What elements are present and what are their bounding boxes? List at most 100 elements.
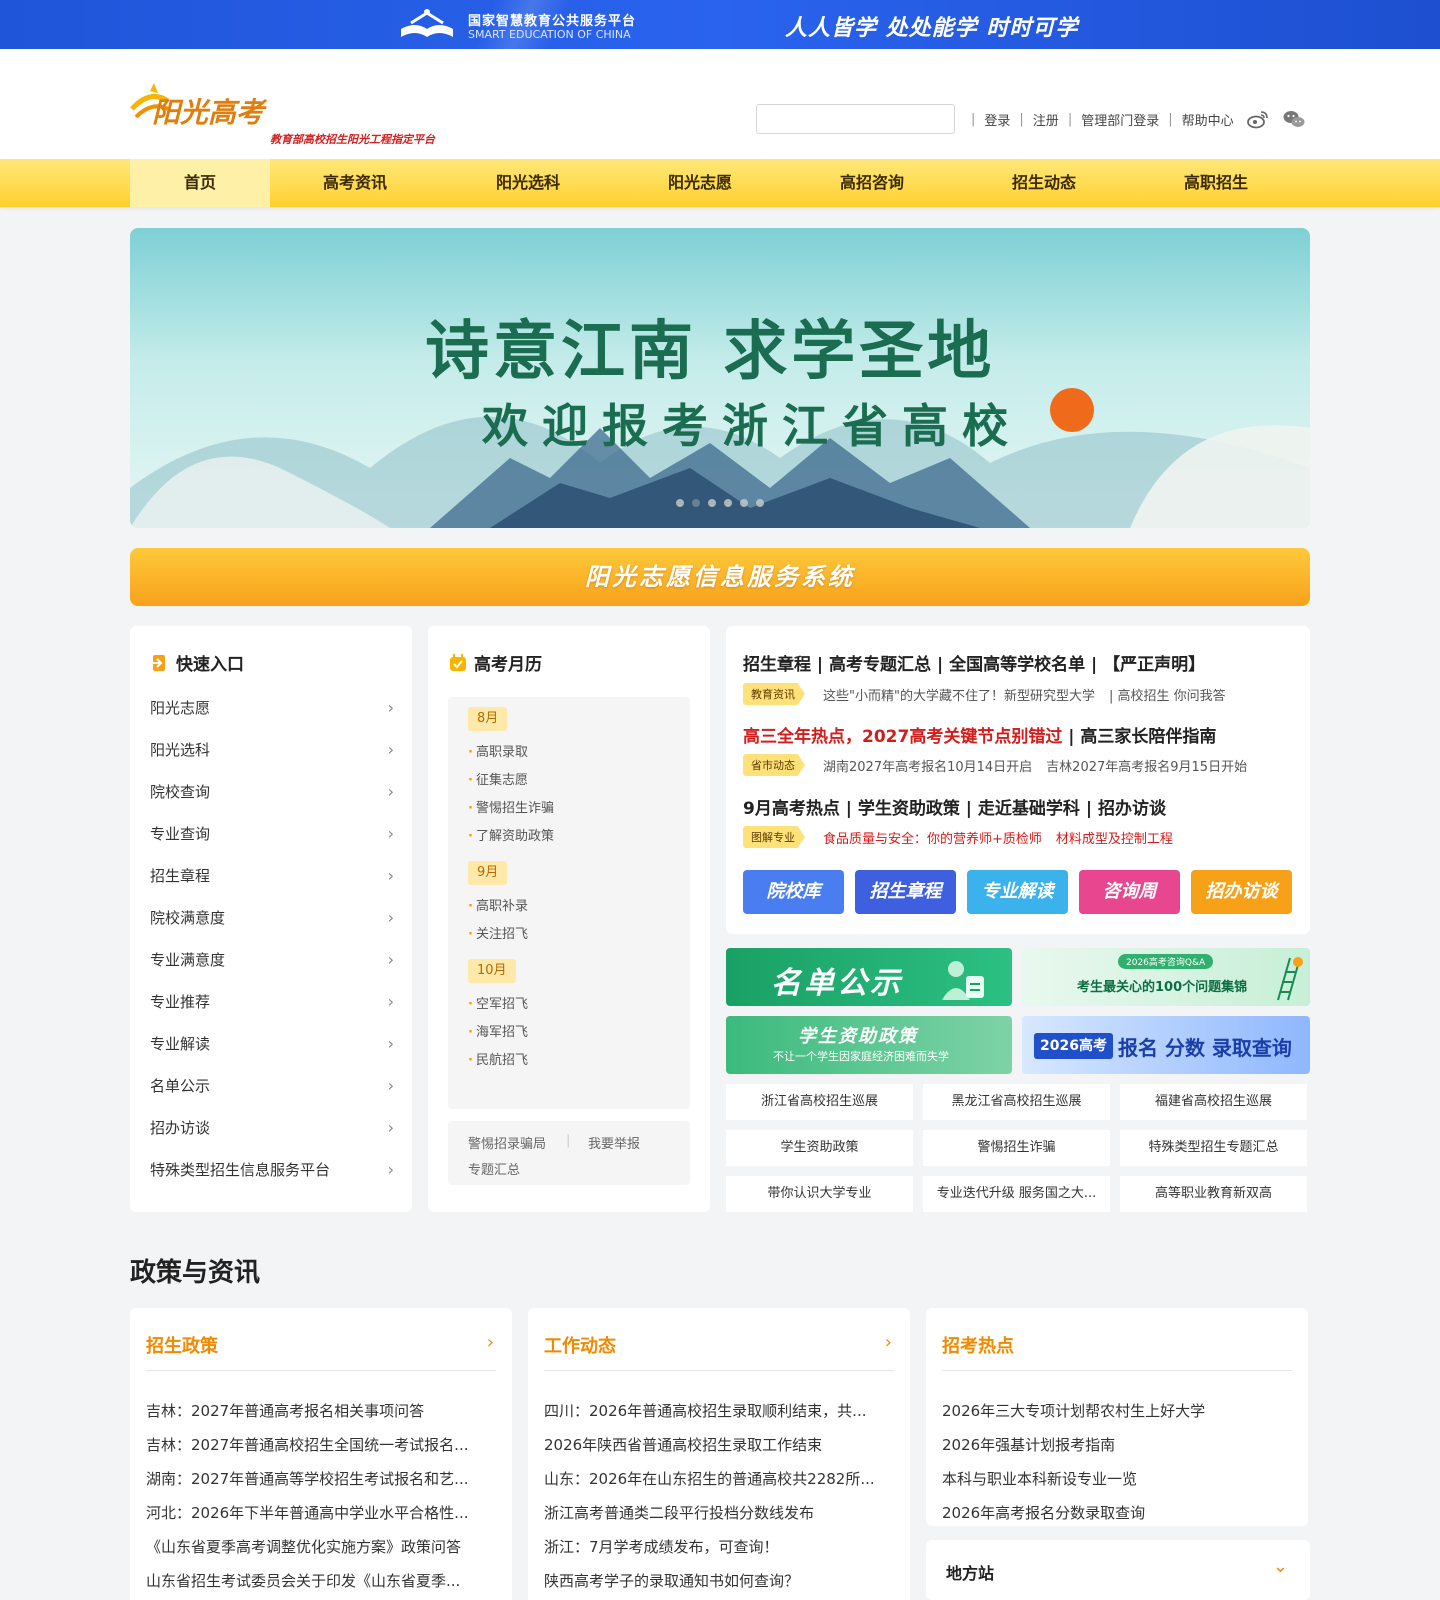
chevron-right-icon[interactable]: › bbox=[885, 1332, 892, 1353]
wechat-icon[interactable] bbox=[1282, 107, 1306, 131]
platform-name-en[interactable]: SMART EDUCATION OF CHINA bbox=[468, 28, 631, 41]
article-link[interactable]: 四川：2026年普通高校招生录取顺利结束，共... bbox=[544, 1394, 884, 1428]
quick-entry-item[interactable]: 专业满意度 › bbox=[150, 939, 394, 981]
article-link[interactable]: 2026年三大专项计划帮农村生上好大学 bbox=[942, 1394, 1282, 1428]
help-center-link[interactable]: 帮助中心 bbox=[1182, 110, 1234, 129]
calendar-event[interactable]: 海军招飞 bbox=[468, 1021, 528, 1040]
fraud-warning-link[interactable]: 警惕招录骗局 bbox=[468, 1133, 546, 1152]
register-link[interactable]: 注册 bbox=[1033, 110, 1059, 129]
quick-entry-item[interactable]: 阳光选科 › bbox=[150, 729, 394, 771]
quick-entry-item[interactable]: 专业查询 › bbox=[150, 813, 394, 855]
topic-link[interactable]: 专业迭代升级 服务国之大... bbox=[923, 1176, 1110, 1212]
article-link[interactable]: 陕西高考学子的录取通知书如何查询？ bbox=[544, 1564, 884, 1598]
article-link[interactable]: 吉林：2027年普通高考报名相关事项问答 bbox=[146, 1394, 486, 1428]
topic-link[interactable]: 特殊类型招生专题汇总 bbox=[1120, 1130, 1307, 1166]
carousel-dot[interactable] bbox=[740, 499, 748, 507]
calendar-event[interactable]: 了解资助政策 bbox=[468, 825, 554, 844]
headline-red-text[interactable]: 高三全年热点，2027高考关键节点别错过 bbox=[743, 727, 1062, 747]
article-link[interactable]: 《山东省夏季高考调整优化实施方案》政策问答 bbox=[146, 1530, 486, 1564]
article-link[interactable]: 浙江：7月学考成绩发布，可查询！ bbox=[544, 1530, 884, 1564]
search-input[interactable] bbox=[756, 104, 955, 134]
carousel-dot[interactable] bbox=[676, 499, 684, 507]
list-publicity-banner[interactable]: 名单公示 bbox=[726, 948, 1012, 1006]
report-link[interactable]: 我要举报 bbox=[588, 1133, 640, 1152]
nav-item-news[interactable]: 高考资讯 bbox=[285, 159, 425, 207]
calendar-event[interactable]: 空军招飞 bbox=[468, 993, 528, 1012]
headline-row-2[interactable]: 高三全年热点，2027高考关键节点别错过 | 高三家长陪伴指南 bbox=[743, 722, 1216, 747]
category-button[interactable]: 咨询周 bbox=[1079, 870, 1180, 914]
article-link[interactable]: 2026年强基计划报考指南 bbox=[942, 1428, 1282, 1462]
topic-link[interactable]: 黑龙江省高校招生巡展 bbox=[923, 1084, 1110, 1120]
category-button[interactable]: 院校库 bbox=[743, 870, 844, 914]
nav-item-vocational[interactable]: 高职招生 bbox=[1146, 159, 1286, 207]
column-title[interactable]: 工作动态 bbox=[544, 1332, 616, 1358]
category-button[interactable]: 专业解读 bbox=[967, 870, 1068, 914]
topic-link[interactable]: 学生资助政策 bbox=[726, 1130, 913, 1166]
category-button[interactable]: 招办访谈 bbox=[1191, 870, 1292, 914]
calendar-event[interactable]: 高职录取 bbox=[468, 741, 528, 760]
topic-link[interactable]: 高等职业教育新双高 bbox=[1120, 1176, 1307, 1212]
quick-entry-item[interactable]: 院校满意度 › bbox=[150, 897, 394, 939]
quick-entry-item[interactable]: 专业推荐 › bbox=[150, 981, 394, 1023]
carousel-dot[interactable] bbox=[756, 499, 764, 507]
calendar-event[interactable]: 高职补录 bbox=[468, 895, 528, 914]
carousel-dot[interactable] bbox=[708, 499, 716, 507]
news-link[interactable]: 食品质量与安全：你的营养师+质检师 bbox=[823, 828, 1042, 847]
carousel-dot[interactable] bbox=[692, 499, 700, 507]
admin-login-link[interactable]: 管理部门登录 bbox=[1081, 110, 1159, 129]
chevron-right-icon[interactable]: › bbox=[487, 1332, 494, 1353]
headline-row-1[interactable]: 招生章程 | 高考专题汇总 | 全国高等学校名单 | 【严正声明】 bbox=[743, 650, 1205, 675]
news-link[interactable]: 湖南2027年高考报名10月14日开启 bbox=[823, 756, 1032, 775]
article-link[interactable]: 山东：2026年在山东招生的普通高校共2282所... bbox=[544, 1462, 884, 1496]
calendar-event[interactable]: 警惕招生诈骗 bbox=[468, 797, 554, 816]
headline-text[interactable]: | 高三家长陪伴指南 bbox=[1062, 727, 1216, 747]
hero-carousel[interactable]: 诗意江南 求学圣地 欢迎报考浙江省高校 bbox=[130, 228, 1310, 528]
column-title[interactable]: 招生政策 bbox=[146, 1332, 218, 1358]
quick-entry-item[interactable]: 阳光志愿 › bbox=[150, 687, 394, 729]
article-link[interactable]: 湖南：2027年普通高等学校招生考试报名和艺... bbox=[146, 1462, 486, 1496]
calendar-event[interactable]: 关注招飞 bbox=[468, 923, 528, 942]
nav-item-consulting[interactable]: 高招咨询 bbox=[802, 159, 942, 207]
topic-link[interactable]: 福建省高校招生巡展 bbox=[1120, 1084, 1307, 1120]
login-link[interactable]: 登录 bbox=[984, 110, 1010, 129]
weibo-icon[interactable] bbox=[1246, 107, 1270, 131]
nav-item-home[interactable]: 首页 bbox=[130, 159, 270, 207]
article-link[interactable]: 2026年陕西省普通高校招生录取工作结束 bbox=[544, 1428, 884, 1462]
quick-entry-item[interactable]: 院校查询 › bbox=[150, 771, 394, 813]
nav-item-subject-selection[interactable]: 阳光选科 bbox=[458, 159, 598, 207]
platform-name[interactable]: 国家智慧教育公共服务平台 bbox=[468, 10, 636, 29]
carousel-dot[interactable] bbox=[724, 499, 732, 507]
quick-entry-item[interactable]: 名单公示 › bbox=[150, 1065, 394, 1107]
nav-item-admission-news[interactable]: 招生动态 bbox=[974, 159, 1114, 207]
nav-item-volunteer[interactable]: 阳光志愿 bbox=[630, 159, 770, 207]
news-link[interactable]: 这些"小而精"的大学藏不住了！新型研究型大学 bbox=[823, 685, 1095, 704]
column-title[interactable]: 招考热点 bbox=[942, 1332, 1014, 1358]
article-link[interactable]: 浙江高考普通类二段平行投档分数线发布 bbox=[544, 1496, 884, 1530]
headline-row-3[interactable]: 9月高考热点 | 学生资助政策 | 走近基础学科 | 招办访谈 bbox=[743, 794, 1166, 819]
category-button[interactable]: 招生章程 bbox=[855, 870, 956, 914]
topic-link[interactable]: 带你认识大学专业 bbox=[726, 1176, 913, 1212]
topics-link[interactable]: 专题汇总 bbox=[468, 1159, 520, 1178]
article-link[interactable]: 山东省招生考试委员会关于印发《山东省夏季... bbox=[146, 1564, 486, 1598]
student-aid-banner[interactable]: 学生资助政策 不让一个学生因家庭经济困难而失学 bbox=[726, 1016, 1012, 1074]
quick-entry-item[interactable]: 招办访谈 › bbox=[150, 1107, 394, 1149]
topic-link[interactable]: 浙江省高校招生巡展 bbox=[726, 1084, 913, 1120]
calendar-event[interactable]: 征集志愿 bbox=[468, 769, 528, 788]
faq-collection-banner[interactable]: 2026高考咨询Q&A 考生最关心的100个问题集锦 bbox=[1022, 948, 1310, 1006]
article-link[interactable]: 河北：2026年下半年普通高中学业水平合格性... bbox=[146, 1496, 486, 1530]
article-link[interactable]: 2026年高考报名分数录取查询 bbox=[942, 1496, 1282, 1530]
quick-entry-item[interactable]: 专业解读 › bbox=[150, 1023, 394, 1065]
quick-entry-item[interactable]: 特殊类型招生信息服务平台 › bbox=[150, 1149, 394, 1191]
article-link[interactable]: 本科与职业本科新设专业一览 bbox=[942, 1462, 1282, 1496]
quick-entry-item[interactable]: 招生章程 › bbox=[150, 855, 394, 897]
article-link[interactable]: 吉林：2027年普通高校招生全国统一考试报名... bbox=[146, 1428, 486, 1462]
news-link[interactable]: 吉林2027年高考报名9月15日开始 bbox=[1046, 756, 1247, 775]
news-link[interactable]: 材料成型及控制工程 bbox=[1056, 828, 1173, 847]
site-logo[interactable]: 阳光高考 教育部高校招生阳光工程指定平台 bbox=[130, 71, 460, 146]
topic-link[interactable]: 警惕招生诈骗 bbox=[923, 1130, 1110, 1166]
score-query-banner[interactable]: 2026高考 报名 分数 录取查询 bbox=[1022, 1016, 1310, 1074]
local-station-dropdown[interactable]: 地方站 ⌄ bbox=[926, 1540, 1310, 1600]
volunteer-system-banner[interactable]: 阳光志愿信息服务系统 bbox=[130, 548, 1310, 606]
news-link[interactable]: | 高校招生 你问我答 bbox=[1109, 685, 1226, 704]
calendar-event[interactable]: 民航招飞 bbox=[468, 1049, 528, 1068]
